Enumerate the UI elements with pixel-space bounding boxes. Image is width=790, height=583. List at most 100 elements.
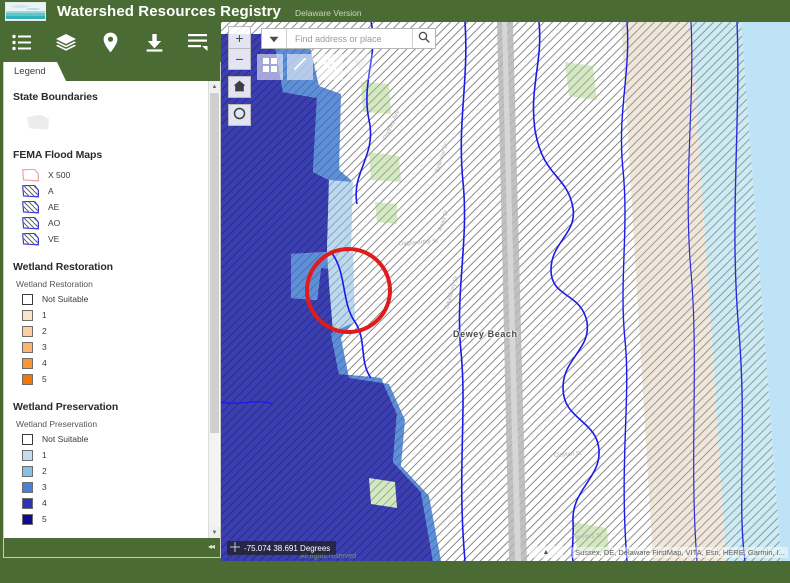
legend-item: Not Suitable — [22, 431, 208, 447]
layers-icon — [55, 33, 77, 52]
map-nav-controls: + − — [228, 26, 251, 126]
legend-group-title: Wetland Restoration — [13, 261, 113, 273]
legend-panel: Legend State Boundaries FEMA Flood Maps X … — [3, 62, 221, 558]
list-icon — [12, 34, 32, 51]
legend-item: 1 — [22, 447, 208, 463]
map-tools-bar — [257, 54, 373, 80]
legend-item: 3 — [22, 479, 208, 495]
draw-tool-button[interactable] — [176, 22, 220, 62]
edit-list-icon — [188, 33, 208, 51]
legend-item: X 500 — [22, 167, 208, 183]
legend-sublayer-title: Wetland Preservation — [16, 419, 98, 429]
legend-item: AE — [22, 199, 208, 215]
legend-item-label: 3 — [42, 482, 47, 492]
home-button[interactable] — [228, 76, 251, 98]
legend-item-label: 2 — [42, 326, 47, 336]
legend-item: 4 — [22, 495, 208, 511]
identify-tool-button[interactable] — [317, 54, 343, 80]
layers-tool-button[interactable] — [44, 22, 88, 62]
measure-tool-button[interactable] — [287, 54, 313, 80]
search-category-dropdown[interactable] — [262, 29, 287, 48]
grid-icon — [263, 57, 277, 77]
chevron-down-icon — [269, 30, 279, 48]
suitability-swatch — [22, 341, 33, 353]
panel-collapse-button[interactable]: ◂◂ — [208, 542, 215, 551]
legend-item-label: VE — [48, 234, 60, 244]
panel-tabbar: Legend — [4, 62, 220, 81]
zoom-in-button[interactable]: + — [228, 26, 251, 48]
flood-zone-swatch — [22, 216, 39, 230]
basemap-tool-button[interactable] — [257, 54, 283, 80]
map-attribution: Sussex, DE, Delaware FirstMap, VITA, Esr… — [572, 547, 788, 558]
download-icon — [145, 33, 164, 52]
legend-tool-button[interactable] — [0, 22, 44, 62]
legend-item-label: 2 — [42, 466, 47, 476]
search-input[interactable] — [287, 29, 412, 48]
legend-group: State Boundaries — [13, 91, 208, 135]
watershed-logo — [5, 1, 46, 21]
suitability-swatch — [22, 513, 33, 525]
legend-item-label: 1 — [42, 310, 47, 320]
legend-scrollbar[interactable]: ▲ ▼ — [208, 81, 220, 538]
legend-item-label: A — [48, 186, 54, 196]
suitability-swatch — [22, 357, 33, 369]
legend-item: 3 — [22, 339, 208, 355]
tab-legend[interactable]: Legend — [4, 62, 66, 81]
legend-item-label: 3 — [42, 342, 47, 352]
flood-zone-swatch — [22, 168, 39, 182]
legend-item-label: AE — [48, 202, 60, 212]
search-submit-button[interactable] — [412, 29, 435, 48]
pin-icon — [103, 32, 118, 53]
attribution-toggle-button[interactable]: ▲ — [529, 546, 563, 558]
legend-item: Not Suitable — [22, 291, 208, 307]
coordinates-readout: -75.074 38.691 Degrees — [227, 541, 337, 555]
legend-scroll-area[interactable]: State Boundaries FEMA Flood Maps X 500 A AE A… — [4, 81, 220, 538]
footer-strip: All rights reserved — [0, 553, 790, 583]
flood-zone-swatch — [22, 200, 39, 214]
suitability-swatch — [22, 465, 33, 477]
page-title: Watershed Resources Registry — [57, 2, 281, 20]
legend-group-title: Wetland Preservation — [13, 401, 119, 413]
legend-item: AO — [22, 215, 208, 231]
legend-item: 2 — [22, 323, 208, 339]
legend-item: A — [22, 183, 208, 199]
legend-group: Wetland Restoration Wetland Restoration No… — [13, 261, 208, 387]
legend-item-label: 1 — [42, 450, 47, 460]
legend-item: 1 — [22, 307, 208, 323]
legend-item: 4 — [22, 355, 208, 371]
search-icon — [418, 30, 430, 48]
suitability-swatch — [22, 293, 33, 305]
map-canvas[interactable] — [221, 22, 790, 561]
next-tool-button[interactable] — [347, 54, 373, 80]
suitability-swatch — [22, 325, 33, 337]
scroll-up-arrow[interactable]: ▲ — [209, 81, 220, 92]
app-header: Watershed Resources Registry Delaware Ve… — [0, 0, 790, 22]
suitability-swatch — [22, 373, 33, 385]
crosshair-icon — [230, 542, 240, 554]
map-viewport[interactable]: Rodney Ave Bellevue St Read St Dagsworth… — [221, 22, 790, 561]
download-tool-button[interactable] — [132, 22, 176, 62]
locate-button[interactable] — [228, 104, 251, 126]
home-icon — [233, 79, 246, 95]
panel-footer: ◂◂ — [4, 538, 220, 557]
legend-item: 5 — [22, 371, 208, 387]
suitability-swatch — [22, 497, 33, 509]
coordinates-value: -75.074 38.691 Degrees — [244, 543, 331, 553]
legend-item-label: X 500 — [48, 170, 71, 180]
scroll-down-arrow[interactable]: ▼ — [209, 527, 220, 538]
suitability-swatch — [22, 433, 33, 445]
marker-tool-button[interactable] — [88, 22, 132, 62]
legend-group-title: State Boundaries — [13, 91, 98, 103]
search-widget — [261, 28, 436, 49]
flood-zone-swatch — [22, 184, 39, 198]
state-boundary-swatch — [27, 114, 49, 130]
scrollbar-thumb[interactable] — [210, 93, 219, 433]
legend-item-label: AO — [48, 218, 61, 228]
legend-group: Wetland Preservation Wetland Preservation… — [13, 401, 208, 527]
legend-item-label: 5 — [42, 374, 47, 384]
zoom-out-button[interactable]: − — [228, 48, 251, 70]
suitability-swatch — [22, 481, 33, 493]
legend-item-label: 4 — [42, 358, 47, 368]
legend-item: 5 — [22, 511, 208, 527]
legend-content: State Boundaries FEMA Flood Maps X 500 A AE A… — [4, 81, 208, 538]
